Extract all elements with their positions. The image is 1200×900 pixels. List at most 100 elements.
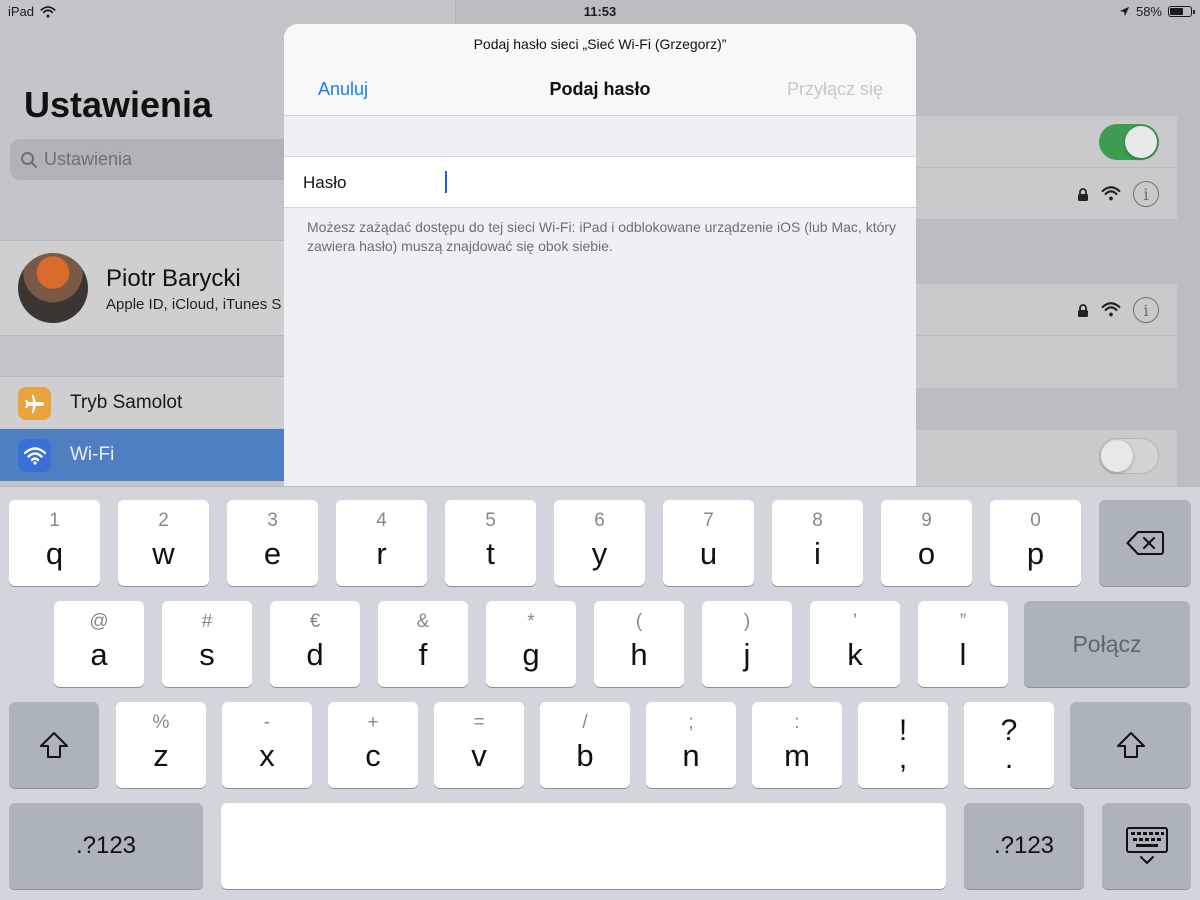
join-key-label: Połącz xyxy=(1072,630,1142,657)
battery-percent: 58% xyxy=(1135,4,1162,19)
key-s[interactable]: # s xyxy=(162,601,252,687)
key-m[interactable]: :m xyxy=(752,702,842,788)
key-y[interactable]: 6y xyxy=(554,500,645,586)
key-label: w xyxy=(152,536,175,571)
lock-icon xyxy=(1078,304,1088,317)
key-question-period[interactable]: ? . xyxy=(964,702,1054,788)
key-z[interactable]: % z xyxy=(116,702,206,788)
key-label: k xyxy=(847,637,863,672)
key-alt-label: % xyxy=(152,712,170,733)
key-label: j xyxy=(743,637,751,672)
key-l[interactable]: ” l xyxy=(918,601,1008,687)
key-label: g xyxy=(522,637,540,672)
key-label: e xyxy=(263,536,282,571)
key-alt-label: @ xyxy=(89,611,109,632)
key-p[interactable]: 0p xyxy=(990,500,1081,586)
wifi-signal-icon xyxy=(1101,186,1121,201)
key-alt-label: # xyxy=(201,611,213,632)
key-label: n xyxy=(682,738,700,773)
key-alt-label: 5 xyxy=(485,510,496,531)
key-i[interactable]: 8i xyxy=(772,500,863,586)
ask-to-join-toggle[interactable] xyxy=(1099,438,1159,474)
wifi-icon xyxy=(18,439,51,472)
key-label: s xyxy=(199,637,215,672)
key-v[interactable]: = v xyxy=(434,702,524,788)
cancel-button[interactable]: Anuluj xyxy=(318,79,368,100)
space-key[interactable] xyxy=(221,803,946,889)
key-a[interactable]: @ a xyxy=(54,601,144,687)
key-label: x xyxy=(259,738,275,773)
key-label: h xyxy=(630,637,648,672)
key-f[interactable]: & f xyxy=(378,601,468,687)
key-u[interactable]: 7u xyxy=(663,500,754,586)
shift-icon xyxy=(40,732,68,758)
wifi-toggle[interactable] xyxy=(1099,124,1159,160)
key-label: u xyxy=(699,536,718,571)
wifi-password-sheet: Podaj hasło sieci „Sieć Wi-Fi (Grzegorz)… xyxy=(284,24,916,494)
key-q[interactable]: 1q xyxy=(9,500,100,586)
key-d[interactable]: € d xyxy=(270,601,360,687)
hide-keyboard-key[interactable] xyxy=(1102,803,1191,889)
wifi-signal-icon xyxy=(1101,302,1121,317)
key-label: i xyxy=(814,536,821,571)
key-w[interactable]: 2w xyxy=(118,500,209,586)
key-o[interactable]: 9o xyxy=(881,500,972,586)
key-label: y xyxy=(591,536,608,571)
search-icon xyxy=(21,151,37,168)
key-t[interactable]: 5t xyxy=(445,500,536,586)
airplane-icon xyxy=(18,387,51,420)
backspace-icon xyxy=(1126,531,1164,555)
key-label: v xyxy=(471,738,487,773)
profile-subtitle: Apple ID, iCloud, iTunes S xyxy=(106,296,282,313)
text-caret xyxy=(445,171,447,193)
shift-key-left[interactable] xyxy=(9,702,99,788)
key-n[interactable]: ; n xyxy=(646,702,736,788)
info-icon[interactable]: i xyxy=(1133,181,1159,207)
settings-search-placeholder: Ustawienia xyxy=(44,149,133,169)
key-alt-label: * xyxy=(527,611,535,632)
clock: 11:53 xyxy=(583,4,617,19)
key-g[interactable]: * g xyxy=(486,601,576,687)
numbers-key-left[interactable]: .?123 xyxy=(9,803,203,889)
keyboard-hide-icon xyxy=(1125,827,1168,864)
info-icon[interactable]: i xyxy=(1133,297,1159,323)
key-alt-label: 4 xyxy=(376,510,387,531)
key-exclamation-comma[interactable]: ! , xyxy=(858,702,948,788)
sidebar-item-label: Tryb Samolot xyxy=(70,392,183,413)
key-x[interactable]: -x xyxy=(222,702,312,788)
backspace-key[interactable] xyxy=(1099,500,1191,586)
key-label: o xyxy=(917,536,936,571)
key-j[interactable]: ) j xyxy=(702,601,792,687)
key-label: q xyxy=(45,536,64,571)
key-label: c xyxy=(365,738,381,773)
profile-name: Piotr Barycki xyxy=(106,265,241,292)
password-label: Hasło xyxy=(303,173,347,192)
key-e[interactable]: 3e xyxy=(227,500,318,586)
key-alt-label: ) xyxy=(743,611,751,632)
key-label-bottom: . xyxy=(1004,742,1014,775)
avatar xyxy=(18,253,88,323)
join-key[interactable]: Połącz xyxy=(1024,601,1190,687)
settings-title: Ustawienia xyxy=(24,84,213,125)
key-label: t xyxy=(486,536,495,571)
sheet-header: Podaj hasło sieci „Sieć Wi-Fi (Grzegorz)… xyxy=(284,24,916,116)
key-k[interactable]: ’ k xyxy=(810,601,900,687)
numbers-key-right[interactable]: .?123 xyxy=(964,803,1084,889)
password-field[interactable] xyxy=(444,167,894,199)
shift-key-right[interactable] xyxy=(1070,702,1191,788)
key-b[interactable]: / b xyxy=(540,702,630,788)
key-alt-label: / xyxy=(582,712,588,733)
key-label: r xyxy=(376,536,387,571)
key-h[interactable]: (h xyxy=(594,601,684,687)
key-label: b xyxy=(576,738,594,773)
lock-icon xyxy=(1078,188,1088,201)
key-alt-label: 8 xyxy=(812,510,823,531)
key-r[interactable]: 4r xyxy=(336,500,427,586)
key-alt-label: : xyxy=(794,712,800,733)
key-label: l xyxy=(959,637,967,672)
key-c[interactable]: + c xyxy=(328,702,418,788)
join-button[interactable]: Przyłącz się xyxy=(787,79,883,100)
key-label: z xyxy=(153,738,169,773)
key-alt-label: 3 xyxy=(267,510,278,531)
key-alt-label: 6 xyxy=(594,510,605,531)
